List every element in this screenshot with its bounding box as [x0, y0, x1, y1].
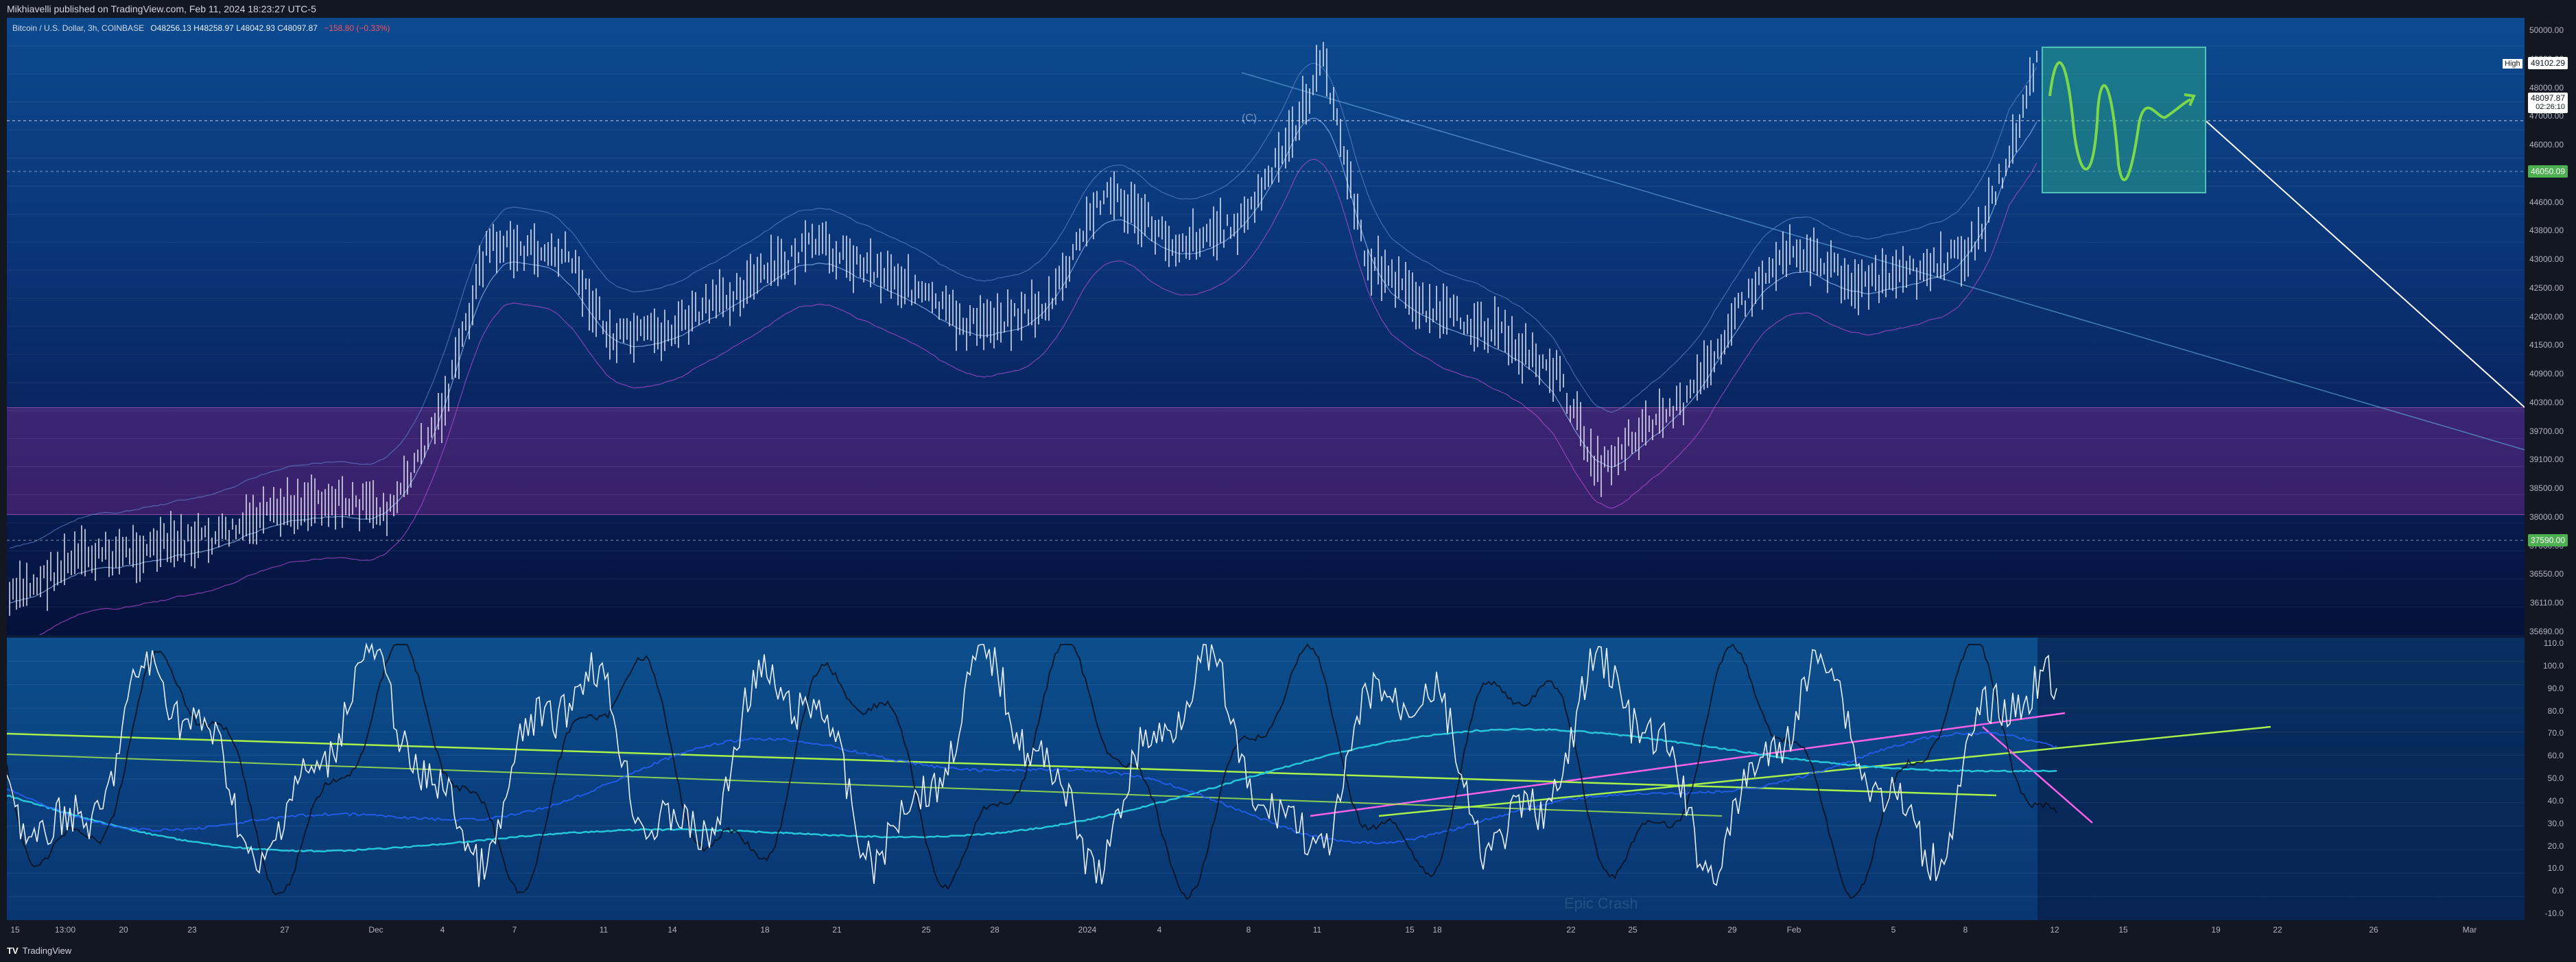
price-tick: 39100.00	[2529, 455, 2564, 465]
price-tick: 50000.00	[2529, 25, 2564, 35]
bar-countdown: 02:26:10	[2536, 103, 2565, 111]
price-axis[interactable]: 50000.0049000.0048000.0047000.0046000.00…	[2503, 18, 2569, 920]
osc-tick: 30.0	[2547, 818, 2564, 828]
osc-tick: -10.0	[2544, 909, 2564, 918]
price-tick: 35690.00	[2529, 627, 2564, 636]
price-tick: 43800.00	[2529, 226, 2564, 236]
time-tick: 11	[599, 925, 608, 935]
price-change: −158.80 (−0.33%)	[324, 23, 390, 33]
price-tick: 38000.00	[2529, 512, 2564, 522]
osc-tick: 40.0	[2547, 795, 2564, 806]
price-tick: 46000.00	[2529, 140, 2564, 150]
time-tick: 21	[832, 925, 842, 935]
current-price-value: 48097.87	[2530, 93, 2565, 103]
osc-slow-line	[7, 727, 2057, 853]
osc-tick: 10.0	[2547, 863, 2564, 874]
time-tick: 19	[2211, 925, 2221, 935]
time-tick: 22	[1566, 925, 1576, 935]
time-tick: 8	[1963, 925, 1968, 935]
price-tick: 43000.00	[2529, 254, 2564, 265]
price-tick: 42500.00	[2529, 282, 2564, 293]
osc-tick: 20.0	[2547, 841, 2564, 851]
ohlc-values: O48256.13 H48258.97 L48042.93 C48097.87	[150, 23, 318, 33]
price-tick: 42000.00	[2529, 311, 2564, 322]
osc-tick: 50.0	[2547, 773, 2564, 783]
oscillator-pane[interactable]: Epic Crash	[7, 638, 2525, 920]
epic-crash-watermark: Epic Crash	[1564, 895, 1638, 912]
time-tick: 8	[1246, 925, 1251, 935]
osc-tick: 0.0	[2552, 886, 2564, 896]
price-pane[interactable]: (C) Bitcoin / U.S. Dollar, 3h, COINBASE …	[7, 18, 2525, 635]
envelope-band-lower	[38, 158, 2037, 635]
time-tick: 4	[1157, 925, 1162, 935]
time-tick: 25	[1628, 925, 1638, 935]
time-tick: 2024	[1078, 925, 1097, 935]
wave-label-c: (C)	[1242, 112, 1257, 124]
tradingview-footer: TV TradingView	[0, 939, 2576, 962]
forecast-box[interactable]	[2042, 47, 2206, 193]
time-tick: 11	[1312, 925, 1322, 935]
chart-frame[interactable]: (C) Bitcoin / U.S. Dollar, 3h, COINBASE …	[7, 18, 2569, 939]
time-tick: 18	[1432, 925, 1442, 935]
price-tick: 39700.00	[2529, 426, 2564, 436]
current-price-tag: 48097.87 02:26:10	[2527, 93, 2568, 113]
brand-name: TradingView	[22, 945, 72, 956]
high-price-tag: 49102.29	[2527, 57, 2568, 69]
time-tick: 7	[512, 925, 517, 935]
price-tick: 44600.00	[2529, 197, 2564, 207]
osc-mid-line	[7, 732, 2057, 845]
price-tick: 36550.00	[2529, 569, 2564, 579]
price-tick: 41500.00	[2529, 340, 2564, 350]
osc-tick: 90.0	[2547, 683, 2564, 693]
downtrend-line[interactable]	[1241, 72, 2525, 450]
symbol-legend[interactable]: Bitcoin / U.S. Dollar, 3h, COINBASE O482…	[12, 23, 390, 33]
time-tick: 22	[2273, 925, 2282, 935]
time-tick: 13:00	[54, 925, 76, 935]
price-tick: 36110.00	[2529, 598, 2564, 608]
price-tick: 48000.00	[2529, 82, 2564, 93]
time-tick: Feb	[1786, 925, 1801, 935]
osc-tick: 60.0	[2547, 751, 2564, 761]
publish-header: Mikhiavelli published on TradingView.com…	[0, 0, 2576, 18]
projection-arrow-line[interactable]	[2205, 120, 2525, 408]
upper-level-tag: 46050.09	[2527, 165, 2568, 178]
price-tick: 40300.00	[2529, 397, 2564, 407]
time-tick: 5	[1891, 925, 1896, 935]
time-axis[interactable]: 15 13:00 20 23 27 Dec 4 7 11 14 18 21 25 28 2024 4 8 11 15…	[7, 920, 2569, 939]
lower-level-tag: 37590.00	[2527, 534, 2568, 546]
time-tick: 20	[119, 925, 128, 935]
time-tick: 15	[2118, 925, 2128, 935]
osc-tick: 80.0	[2547, 706, 2564, 716]
high-label: High	[2503, 59, 2522, 69]
envelope-band-mid	[9, 117, 2037, 603]
osc-tick: 100.0	[2542, 660, 2564, 671]
time-tick: 14	[667, 925, 677, 935]
time-tick: 28	[990, 925, 1000, 935]
time-tick: 27	[280, 925, 289, 935]
envelope-band-upper	[9, 62, 2037, 549]
time-tick: 26	[2369, 925, 2378, 935]
time-tick: 12	[2050, 925, 2059, 935]
symbol-name: Bitcoin / U.S. Dollar, 3h, COINBASE	[12, 23, 145, 33]
time-tick: 18	[760, 925, 770, 935]
time-tick: 15	[1405, 925, 1415, 935]
price-candles	[9, 42, 2037, 616]
time-tick: 29	[1727, 925, 1737, 935]
oscillator-plot[interactable]	[7, 638, 2525, 920]
time-tick: Dec	[368, 925, 383, 935]
time-tick: 23	[187, 925, 197, 935]
published-text: Mikhiavelli published on TradingView.com…	[7, 3, 316, 14]
osc-tick: 110.0	[2543, 638, 2564, 648]
time-tick: Mar	[2462, 925, 2477, 935]
forecast-wave	[2048, 61, 2196, 182]
price-tick: 38500.00	[2529, 483, 2564, 494]
tradingview-logo-icon: TV	[7, 945, 19, 956]
price-tick: 40900.00	[2529, 369, 2564, 379]
time-tick: 15	[10, 925, 20, 935]
osc-tick: 70.0	[2547, 728, 2564, 738]
time-tick: 25	[921, 925, 931, 935]
time-tick: 4	[440, 925, 445, 935]
